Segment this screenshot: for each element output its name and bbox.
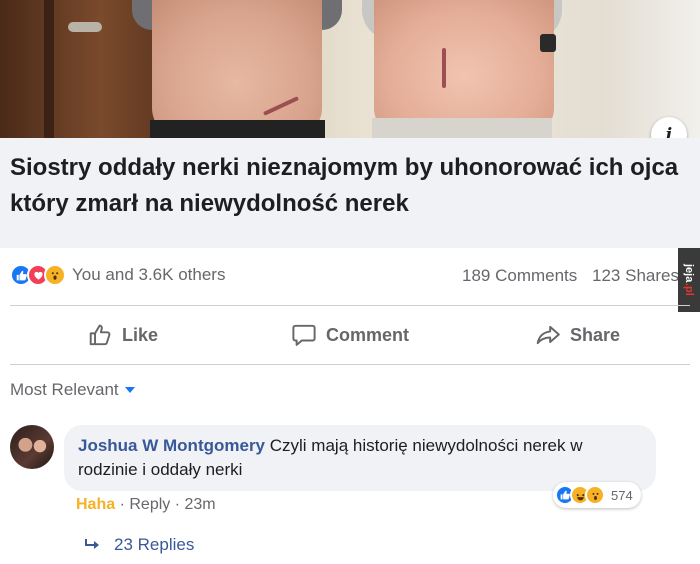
post-photo[interactable] bbox=[0, 0, 700, 138]
comment-reaction-count: 574 bbox=[611, 487, 633, 503]
wow-icon bbox=[585, 485, 605, 505]
meta-separator: · bbox=[119, 496, 130, 513]
like-button[interactable]: Like bbox=[88, 320, 158, 350]
reply-arrow-icon bbox=[85, 539, 99, 549]
chevron-down-icon bbox=[124, 387, 135, 393]
comment-icon bbox=[292, 324, 316, 346]
comment-sort-label: Most Relevant bbox=[10, 380, 119, 399]
divider bbox=[10, 364, 690, 365]
photo-door-frame bbox=[44, 0, 54, 138]
comment-author[interactable]: Joshua W Montgomery bbox=[78, 436, 265, 455]
post-headline[interactable]: Siostry oddały nerki nieznajomym by uhon… bbox=[10, 150, 700, 222]
thumbs-up-icon bbox=[89, 324, 111, 346]
like-button-label: Like bbox=[122, 324, 159, 345]
comment-meta: Haha · Reply · 23m bbox=[76, 496, 216, 514]
photo-door-handle bbox=[68, 22, 102, 32]
comment-body: Joshua W Montgomery Czyli mają historię … bbox=[78, 434, 642, 482]
reactions-summary[interactable]: You and 3.6K others bbox=[10, 262, 225, 288]
photo-pants-right bbox=[372, 118, 552, 138]
share-button-label: Share bbox=[570, 324, 621, 345]
reaction-summary-text[interactable]: You and 3.6K others bbox=[72, 265, 225, 285]
comment-button[interactable]: Comment bbox=[290, 320, 409, 350]
comment-sort-dropdown[interactable]: Most Relevant bbox=[10, 380, 135, 400]
share-icon bbox=[536, 325, 560, 345]
photo-pants-left bbox=[150, 120, 325, 138]
post-counts: 189 Comments 123 Shares bbox=[462, 266, 679, 286]
divider bbox=[10, 305, 690, 306]
jeja-watermark-suffix: .pl bbox=[683, 282, 695, 296]
replies-count: 23 Replies bbox=[114, 535, 195, 554]
view-replies-link[interactable]: 23 Replies bbox=[84, 535, 194, 555]
avatar[interactable] bbox=[10, 425, 54, 469]
photo-scar-right bbox=[442, 48, 446, 88]
wow-icon bbox=[44, 264, 66, 286]
shares-count[interactable]: 123 Shares bbox=[592, 266, 679, 285]
comments-count[interactable]: 189 Comments bbox=[462, 266, 577, 285]
meta-separator: · bbox=[174, 496, 185, 513]
comment-reactions[interactable]: 574 bbox=[553, 482, 641, 508]
photo-watch bbox=[540, 34, 556, 52]
photo-torso-left bbox=[152, 0, 322, 138]
comment-timestamp[interactable]: 23m bbox=[185, 496, 216, 513]
jeja-watermark: jeja .pl bbox=[678, 248, 700, 312]
haha-reaction-button[interactable]: Haha bbox=[76, 496, 115, 513]
comment-button-label: Comment bbox=[326, 324, 410, 345]
jeja-watermark-prefix: jeja bbox=[683, 264, 695, 283]
share-button[interactable]: Share bbox=[534, 320, 620, 350]
reply-button[interactable]: Reply bbox=[129, 496, 170, 513]
